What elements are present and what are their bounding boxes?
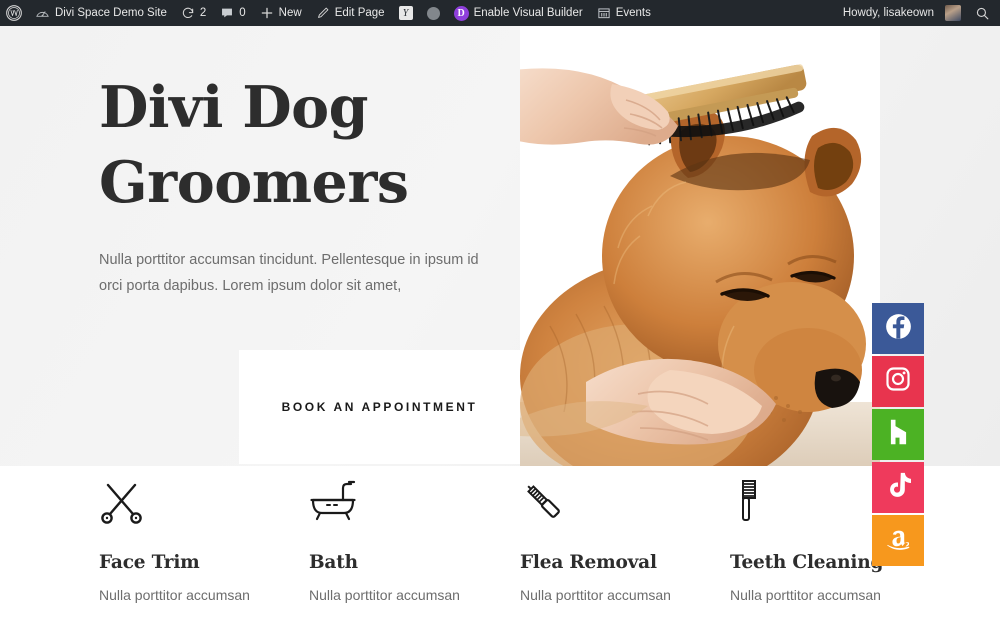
new-label: New — [278, 7, 302, 19]
adminbar-right-group: Howdy, lisakeown — [837, 0, 1000, 26]
feature-bath: Bath Nulla porttitor accumsan — [309, 466, 499, 608]
pencil-icon — [316, 6, 330, 20]
hero-section: Divi Dog Groomers Nulla porttitor accumsa… — [0, 26, 1000, 466]
tiktok-icon — [886, 472, 911, 504]
feature-flea-removal: Flea Removal Nulla porttitor accumsan — [520, 466, 710, 608]
houzz-icon — [886, 419, 911, 450]
updates-count: 2 — [199, 7, 207, 19]
hero-description: Nulla porttitor accumsan tincidunt. Pell… — [99, 252, 479, 294]
visual-builder-label: Enable Visual Builder — [473, 7, 583, 19]
divi-logo-icon: D — [453, 5, 469, 21]
site-name-label: Divi Space Demo Site — [55, 7, 167, 19]
feature-description: Nulla porttitor accumsan — [309, 587, 460, 603]
yoast-seo-icon: Y — [398, 6, 413, 20]
adminbar-site-name[interactable]: Divi Space Demo Site — [28, 0, 174, 26]
social-link-facebook[interactable] — [872, 303, 924, 354]
wordpress-logo-icon — [6, 5, 22, 21]
scissors-icon — [99, 466, 289, 524]
updates-icon — [181, 6, 195, 20]
adminbar-wp-logo[interactable] — [0, 0, 28, 26]
comment-bubble-icon — [220, 6, 234, 20]
adminbar-edit-page[interactable]: Edit Page — [309, 0, 392, 26]
adminbar-my-account[interactable]: Howdy, lisakeown — [837, 0, 967, 26]
feature-title: Flea Removal — [520, 552, 657, 573]
gray-status-dot-icon — [426, 6, 440, 20]
facebook-icon — [885, 313, 912, 345]
instagram-icon — [885, 366, 911, 397]
adminbar-yoast[interactable]: Y — [392, 0, 420, 26]
events-label: Events — [615, 7, 651, 19]
adminbar-comments[interactable]: 0 — [213, 0, 252, 26]
amazon-icon — [884, 525, 912, 556]
feature-description: Nulla porttitor accumsan — [520, 587, 671, 603]
edit-page-label: Edit Page — [334, 7, 385, 19]
feature-title: Bath — [309, 552, 358, 573]
adminbar-new-content[interactable]: New — [253, 0, 309, 26]
social-media-rail — [872, 303, 924, 566]
page-title: Divi Dog Groomers — [99, 70, 529, 220]
comments-count: 0 — [239, 7, 246, 19]
hero-title-line2: Groomers — [99, 149, 409, 217]
feature-face-trim: Face Trim Nulla porttitor accumsan — [99, 466, 289, 608]
adminbar-events[interactable]: Events — [590, 0, 658, 26]
social-link-amazon[interactable] — [872, 515, 924, 566]
book-appointment-button[interactable]: BOOK AN APPOINTMENT — [282, 400, 478, 414]
social-link-tiktok[interactable] — [872, 462, 924, 513]
wp-admin-bar: Divi Space Demo Site 2 0 New Edit Page Y… — [0, 0, 1000, 26]
feature-description: Nulla porttitor accumsan — [99, 587, 250, 603]
search-icon — [975, 6, 990, 21]
feature-title: Face Trim — [99, 552, 200, 573]
features-section: Face Trim Nulla porttitor accumsan Bath … — [0, 466, 1000, 625]
adminbar-search-button[interactable] — [967, 6, 1000, 21]
adminbar-status[interactable] — [420, 0, 447, 26]
avatar — [945, 5, 961, 21]
calendar-icon — [597, 6, 611, 20]
cta-block: BOOK AN APPOINTMENT — [239, 350, 520, 464]
howdy-label: Howdy, lisakeown — [842, 7, 934, 19]
dashboard-speedometer-icon — [35, 6, 50, 21]
adminbar-updates[interactable]: 2 — [174, 0, 213, 26]
social-link-instagram[interactable] — [872, 356, 924, 407]
flea-comb-icon — [520, 466, 710, 524]
feature-description: Nulla porttitor accumsan — [730, 587, 881, 603]
hero-photo — [520, 26, 880, 466]
social-link-houzz[interactable] — [872, 409, 924, 460]
adminbar-enable-visual-builder[interactable]: D Enable Visual Builder — [447, 0, 590, 26]
hero-title-line1: Divi Dog — [99, 74, 369, 141]
plus-icon — [260, 6, 274, 20]
bathtub-icon — [309, 466, 499, 524]
